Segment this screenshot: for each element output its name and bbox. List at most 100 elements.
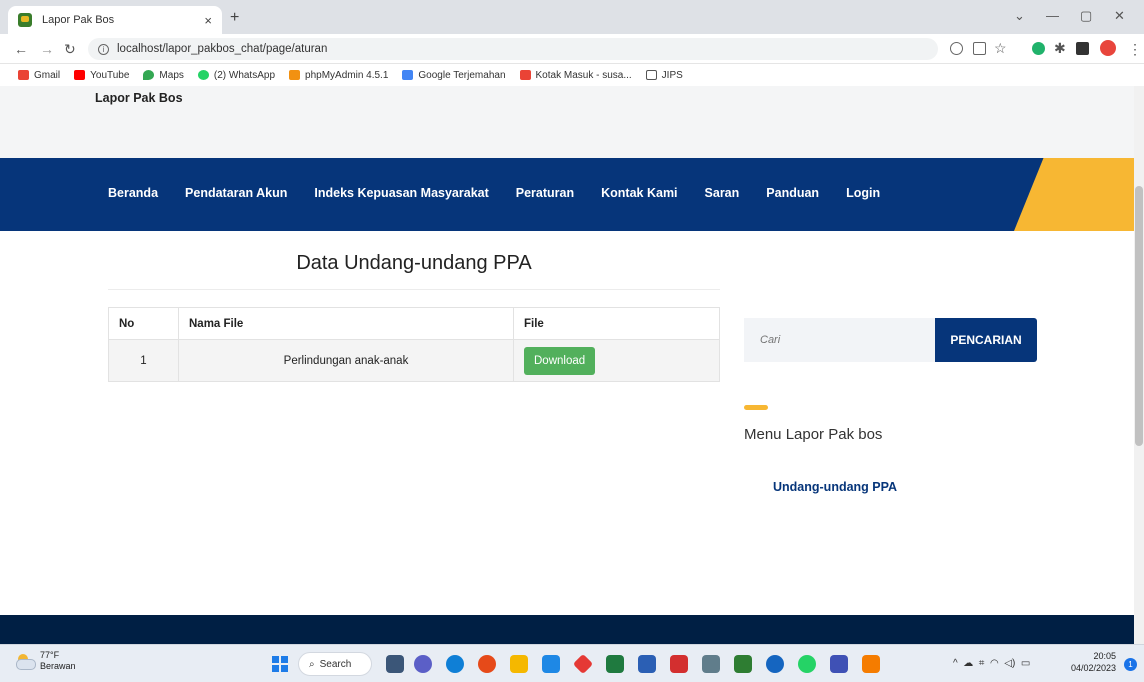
os-taskbar: 77°F Berawan ⌕ Search ^ ☁ ⌗ ◠ ◁) ▭ 20:05… xyxy=(0,644,1144,682)
gmail-icon xyxy=(519,70,531,80)
table-header-row: No Nama File File xyxy=(108,307,720,340)
main-navbar: Beranda Pendataran Akun Indeks Kepuasan … xyxy=(0,158,1134,231)
search-button[interactable]: PENCARIAN xyxy=(935,318,1037,362)
xampp-icon[interactable] xyxy=(862,655,880,673)
share-icon[interactable] xyxy=(973,42,986,55)
gmail-icon xyxy=(18,70,29,80)
search-input[interactable] xyxy=(744,318,935,362)
chrome-browser-icon[interactable] xyxy=(478,655,496,673)
nav-peraturan[interactable]: Peraturan xyxy=(516,186,574,200)
terminal-icon[interactable] xyxy=(702,655,720,673)
url-input[interactable]: i localhost/lapor_pakbos_chat/page/atura… xyxy=(88,38,938,60)
edge-browser-icon[interactable] xyxy=(446,655,464,673)
site-brand[interactable]: Lapor Pak Bos xyxy=(95,91,183,105)
address-bar-row: ← → ↻ i localhost/lapor_pakbos_chat/page… xyxy=(0,34,1144,64)
web-page: Lapor Pak Bos Beranda Pendataran Akun In… xyxy=(0,86,1134,644)
whatsapp-icon[interactable] xyxy=(798,655,816,673)
restore-icon[interactable]: ▢ xyxy=(1080,8,1092,24)
page-scrollbar[interactable] xyxy=(1134,86,1144,644)
weather-temperature: 77°F xyxy=(40,650,60,660)
notification-badge[interactable]: 1 xyxy=(1124,658,1137,671)
page-footer xyxy=(0,615,1134,644)
bookmark-jips[interactable]: JIPS xyxy=(645,70,683,81)
maps-pin-icon xyxy=(143,70,155,80)
browser-tab[interactable]: Lapor Pak Bos × xyxy=(8,6,222,34)
mail-icon[interactable] xyxy=(542,655,560,673)
search-icon: ⌕ xyxy=(309,658,315,670)
file-explorer-icon[interactable] xyxy=(510,655,528,673)
nav-beranda[interactable]: Beranda xyxy=(108,186,158,200)
nav-panduan[interactable]: Panduan xyxy=(766,186,819,200)
bookmarks-bar: Gmail YouTube Maps (2) WhatsApp phpMyAdm… xyxy=(0,64,1144,86)
youtube-icon xyxy=(74,70,86,80)
nav-kontak-kami[interactable]: Kontak Kami xyxy=(601,186,677,200)
phpmyadmin-icon xyxy=(289,70,301,80)
taskbar-search-label: Search xyxy=(319,658,352,670)
extensions-puzzle-icon[interactable]: ✱ xyxy=(1054,40,1066,57)
scrollbar-thumb[interactable] xyxy=(1135,186,1143,446)
clock-date: 04/02/2023 xyxy=(1070,663,1116,673)
tab-close-icon[interactable]: × xyxy=(204,13,212,28)
minimize-icon[interactable]: — xyxy=(1046,8,1059,23)
cell-no: 1 xyxy=(108,339,179,382)
top-header: Lapor Pak Bos xyxy=(0,86,1134,158)
cell-file: Download xyxy=(513,339,720,382)
profile-avatar[interactable] xyxy=(1100,40,1116,56)
bookmark-google-translate[interactable]: Google Terjemahan xyxy=(402,70,506,81)
nav-indeks-kepuasan[interactable]: Indeks Kepuasan Masyarakat xyxy=(314,186,488,200)
folder-icon xyxy=(645,70,657,80)
partly-cloudy-icon xyxy=(16,654,36,670)
main-menu: Beranda Pendataran Akun Indeks Kepuasan … xyxy=(108,186,907,200)
app-diamond-icon[interactable] xyxy=(572,653,594,675)
navbar-accent-shape xyxy=(1014,158,1134,231)
close-window-icon[interactable]: ✕ xyxy=(1114,8,1125,24)
bookmark-youtube[interactable]: YouTube xyxy=(74,70,129,81)
forward-icon[interactable]: → xyxy=(40,41,54,57)
nav-saran[interactable]: Saran xyxy=(705,186,740,200)
bookmark-star-icon[interactable]: ☆ xyxy=(994,40,1007,57)
nav-pendataran-akun[interactable]: Pendataran Akun xyxy=(185,186,287,200)
notepad-icon[interactable] xyxy=(734,655,752,673)
col-header-name: Nama File xyxy=(178,307,514,340)
system-tray-icons[interactable]: ^ ☁ ⌗ ◠ ◁) ▭ xyxy=(953,658,1030,669)
new-tab-button[interactable]: + xyxy=(230,9,239,27)
zoom-icon[interactable] xyxy=(950,42,963,55)
teams-chat-icon[interactable] xyxy=(414,655,432,673)
app-blue-icon[interactable] xyxy=(766,655,784,673)
whatsapp-icon xyxy=(197,70,209,80)
weather-widget[interactable]: 77°F Berawan xyxy=(16,650,76,672)
word-icon[interactable] xyxy=(638,655,656,673)
url-text: localhost/lapor_pakbos_chat/page/aturan xyxy=(117,43,328,55)
side-panel-icon[interactable] xyxy=(1076,42,1089,55)
more-menu-icon[interactable]: ⋮ xyxy=(1128,41,1142,58)
excel-icon[interactable] xyxy=(606,655,624,673)
app-people-icon[interactable] xyxy=(830,655,848,673)
task-view-icon[interactable] xyxy=(386,655,404,673)
sidebar-link-undang-undang[interactable]: Undang-undang PPA xyxy=(773,480,897,494)
pdf-reader-icon[interactable] xyxy=(670,655,688,673)
bookmark-gmail[interactable]: Gmail xyxy=(18,70,60,81)
bookmark-inbox[interactable]: Kotak Masuk - susa... xyxy=(519,70,632,81)
bookmark-maps[interactable]: Maps xyxy=(143,70,184,81)
windows-start-icon[interactable] xyxy=(272,656,288,672)
bookmark-whatsapp[interactable]: (2) WhatsApp xyxy=(197,70,275,81)
taskbar-search[interactable]: ⌕ Search xyxy=(298,652,372,676)
weather-condition: Berawan xyxy=(40,661,76,671)
extension-grammarly-icon[interactable] xyxy=(1032,42,1045,55)
google-translate-icon xyxy=(402,70,414,80)
tab-search-icon[interactable]: ⌄ xyxy=(1014,8,1025,24)
system-clock[interactable]: 20:05 04/02/2023 xyxy=(1068,650,1116,674)
sidebar-menu-title: Menu Lapor Pak bos xyxy=(744,426,883,443)
browser-tab-bar: Lapor Pak Bos × + ⌄ — ▢ ✕ xyxy=(0,0,1144,34)
cell-name: Perlindungan anak-anak xyxy=(178,339,514,382)
nav-login[interactable]: Login xyxy=(846,186,880,200)
bookmark-phpmyadmin[interactable]: phpMyAdmin 4.5.1 xyxy=(289,70,388,81)
site-info-icon[interactable]: i xyxy=(98,43,109,55)
reload-icon[interactable]: ↻ xyxy=(64,41,76,58)
table-row: 1 Perlindungan anak-anak Download xyxy=(108,339,720,382)
back-icon[interactable]: ← xyxy=(14,41,28,57)
clock-time: 20:05 xyxy=(1093,651,1116,661)
col-header-no: No xyxy=(108,307,179,340)
site-favicon-icon xyxy=(18,13,32,27)
download-button[interactable]: Download xyxy=(524,346,596,375)
